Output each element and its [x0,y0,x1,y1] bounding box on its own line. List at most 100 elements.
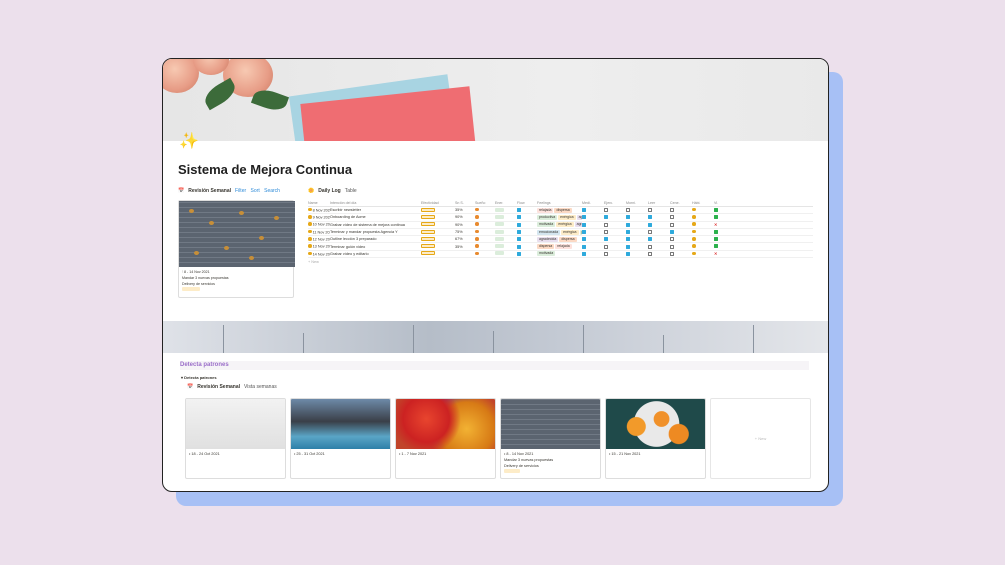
habit-checkbox[interactable] [582,222,586,227]
new-row-button[interactable]: + New [308,258,813,264]
habit-checkbox[interactable] [604,230,608,235]
habit-checkbox[interactable] [626,251,630,256]
flow-checkbox[interactable] [517,237,521,242]
flow-checkbox[interactable] [517,215,521,220]
patterns-toggle[interactable]: ▾ Detecta patrones [181,375,217,380]
habit-checkbox[interactable] [626,237,630,242]
table-row[interactable]: 13 Nov 2021Terminar guión video 35% disper… [308,243,813,251]
column-header[interactable]: Vi. [714,201,728,205]
calendar-icon: 📅 [187,384,194,390]
habit-checkbox[interactable] [648,208,652,213]
flow-checkbox[interactable] [517,251,521,256]
feeling-tag: agradecida [574,222,582,228]
page-title: Sistema de Mejora Continua [178,162,353,177]
habit-checkbox[interactable] [582,208,586,213]
new-card-button[interactable]: + New [710,398,811,479]
habit-checkbox[interactable] [582,215,586,220]
column-header[interactable]: Efectividad [421,201,455,205]
table-row[interactable]: 8 Nov 2021Escribir newsletter 35% relajada… [308,207,813,215]
column-header[interactable]: Ejerc. [604,201,626,205]
column-header[interactable]: Intención del día [330,201,421,205]
view-selector[interactable]: Table [345,188,357,194]
table-row[interactable]: 14 Nov 2021Grabar vídeo y editarlo motiva… [308,251,813,259]
gallery-view-selector[interactable]: Vista semanas [244,384,277,390]
row-date: 10 Nov 2021 [312,222,330,227]
star-icon [692,222,696,226]
habit-checkbox[interactable] [648,251,652,256]
habit-checkbox[interactable] [604,208,608,213]
revision-title[interactable]: Revisión Semanal [188,188,231,194]
flow-checkbox[interactable] [517,208,521,213]
column-header[interactable]: Medi. [582,201,604,205]
habit-checkbox[interactable] [604,215,608,220]
habit-checkbox[interactable] [626,208,630,213]
gallery-card[interactable]: • 25 - 31 Oct 2021 [290,398,391,479]
habit-checkbox[interactable] [582,237,586,242]
gallery-card[interactable]: • 8 - 14 Nov 2021 Mandar 3 nuevas propues… [500,398,601,479]
column-header[interactable]: Hábi. [692,201,714,205]
habit-checkbox[interactable] [648,222,652,227]
habit-checkbox[interactable] [604,222,608,227]
check-icon [714,229,718,234]
patterns-heading: Detecta patrones [180,361,809,370]
sun-icon [308,207,312,212]
flow-checkbox[interactable] [517,222,521,227]
cross-icon: ✕ [714,251,718,257]
habit-checkbox[interactable] [582,244,586,249]
habit-checkbox[interactable] [604,251,608,256]
column-header[interactable]: Flow [517,201,537,205]
column-header[interactable]: Sn S. [455,201,475,205]
habit-checkbox[interactable] [626,222,630,227]
habit-checkbox[interactable] [648,244,652,249]
row-date: 13 Nov 2021 [312,244,330,249]
habit-checkbox[interactable] [670,230,674,235]
row-percent: 35% [455,208,463,213]
filter-button[interactable]: Filter [235,188,246,194]
habit-checkbox[interactable] [670,208,674,213]
habit-checkbox[interactable] [670,251,674,256]
column-header[interactable]: Leer [648,201,670,205]
habit-checkbox[interactable] [582,251,586,256]
habit-checkbox[interactable] [604,237,608,242]
gallery-card[interactable]: • 18 - 24 Oct 2021 [185,398,286,479]
feeling-tag: motivada [537,251,556,257]
column-header[interactable]: Ener. [495,201,517,205]
gallery-title[interactable]: Revisión Semanal [197,384,240,390]
table-row[interactable]: 12 Nov 2021Outline lección 3 preparado 67… [308,236,813,244]
habit-checkbox[interactable] [604,244,608,249]
habit-checkbox[interactable] [648,215,652,220]
habit-checkbox[interactable] [626,244,630,249]
search-button[interactable]: Search [264,188,280,194]
row-percent: 90% [455,215,463,220]
habit-checkbox[interactable] [648,230,652,235]
check-icon [714,214,718,219]
table-row[interactable]: 10 Nov 2021Grabar vídeo de sistema de me… [308,222,813,229]
habit-checkbox[interactable] [648,237,652,242]
habit-checkbox[interactable] [670,222,674,227]
gallery-card[interactable]: • 1 - 7 Nov 2021 [395,398,496,479]
sort-button[interactable]: Sort [251,188,260,194]
habit-checkbox[interactable] [582,230,586,235]
gallery-card-date: 8 - 14 Nov 2021 [506,452,534,456]
column-header[interactable]: Name [308,201,330,205]
habit-checkbox[interactable] [626,215,630,220]
table-row[interactable]: 11 Nov 2021Terminar y mandar propuesta A… [308,229,813,237]
habit-checkbox[interactable] [626,230,630,235]
revision-card[interactable]: 🕯 8 - 14 Nov 2021 Mandar 3 nuevas propue… [178,200,295,298]
flow-checkbox[interactable] [517,230,521,235]
habit-checkbox[interactable] [670,237,674,242]
habit-checkbox[interactable] [670,215,674,220]
table-row[interactable]: 9 Nov 2021Onboarding de Acme 90% productiv… [308,214,813,222]
feeling-tag: dispersa [559,236,577,242]
feeling-tag: enérgica [561,229,579,235]
flow-checkbox[interactable] [517,244,521,249]
column-header[interactable]: Cene. [670,201,692,205]
habit-checkbox[interactable] [670,244,674,249]
gallery-card[interactable]: • 15 - 21 Nov 2021 [605,398,706,479]
column-header[interactable]: Sueño [475,201,495,205]
check-icon [714,236,718,241]
column-header[interactable]: Feelings [537,201,582,205]
star-icon [692,229,696,234]
column-header[interactable]: Morni. [626,201,648,205]
daily-log-title[interactable]: Daily Log [318,188,341,194]
